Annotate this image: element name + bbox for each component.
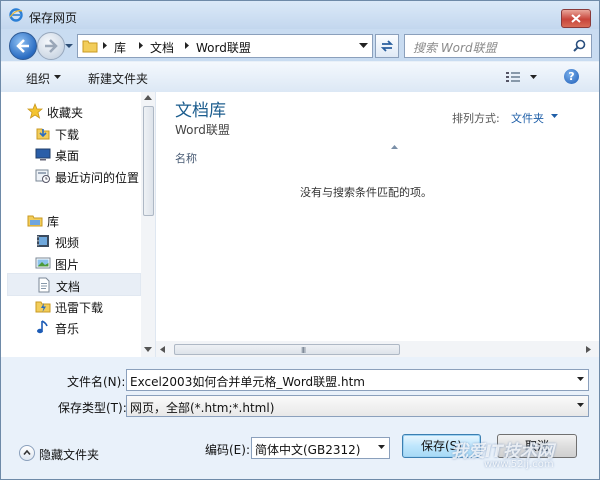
sidebar-item-desktop[interactable]: 桌面 — [7, 143, 139, 164]
scroll-up-icon[interactable] — [144, 95, 152, 100]
sidebar-item-downloads[interactable]: 下载 — [7, 122, 139, 143]
breadcrumb-separator-icon[interactable] — [102, 41, 108, 50]
close-icon — [571, 14, 581, 23]
breadcrumb-separator-icon[interactable] — [138, 41, 144, 50]
sidebar-item-recent-places[interactable]: 最近访问的位置 — [7, 165, 139, 186]
save-dialog: 保存网页 库 文档 Word联盟 搜索 Word联盟 组织 新建文件夹 ? 收藏… — [0, 0, 600, 480]
sidebar-item-favorites[interactable]: 收藏夹 — [7, 100, 139, 121]
sidebar-item-label: 收藏夹 — [47, 106, 84, 120]
view-options-icon[interactable] — [506, 71, 520, 83]
sidebar-item-label: 最近访问的位置 — [55, 171, 140, 185]
sidebar-item-pictures[interactable]: 图片 — [7, 252, 139, 273]
library-icon — [27, 215, 43, 227]
sidebar-item-label: 视频 — [55, 236, 80, 250]
recent-places-icon — [35, 169, 50, 183]
organize-menu[interactable]: 组织 — [26, 70, 50, 87]
sidebar-item-label: 桌面 — [55, 149, 80, 163]
filename-label: 文件名(N): — [67, 375, 126, 389]
scroll-right-icon[interactable] — [586, 346, 591, 353]
scrollbar-grip: III — [301, 346, 306, 355]
title-bar[interactable]: 保存网页 — [1, 1, 599, 29]
desktop-icon — [35, 148, 51, 161]
arrange-by-label: 排列方式: — [452, 112, 500, 125]
hide-folders-label[interactable]: 隐藏文件夹 — [39, 446, 99, 463]
documents-icon — [38, 277, 50, 293]
sidebar-item-label: 图片 — [55, 258, 80, 272]
star-icon — [27, 103, 43, 119]
download-folder-icon — [36, 128, 50, 140]
chevron-down-icon[interactable] — [530, 75, 537, 79]
column-header-name[interactable]: 名称 — [175, 150, 197, 166]
close-button[interactable] — [561, 9, 591, 28]
video-icon — [37, 235, 49, 247]
folder-icon — [82, 40, 98, 53]
music-icon — [37, 320, 48, 334]
forward-button[interactable] — [37, 32, 65, 60]
sidebar-item-music[interactable]: 音乐 — [7, 316, 139, 337]
encoding-value[interactable]: 简体中文(GB2312) — [255, 441, 360, 458]
help-icon[interactable]: ? — [564, 69, 579, 84]
command-toolbar: 组织 新建文件夹 ? — [1, 61, 599, 93]
scroll-left-icon[interactable] — [160, 346, 165, 353]
chevron-down-icon[interactable] — [359, 43, 368, 49]
encoding-label: 编码(E): — [205, 443, 250, 457]
back-button[interactable] — [9, 32, 37, 60]
empty-results-message: 没有与搜索条件匹配的项。 — [300, 186, 432, 199]
sidebar-item-label: 音乐 — [55, 322, 80, 336]
navigation-row: 库 文档 Word联盟 搜索 Word联盟 — [1, 29, 599, 61]
sidebar-item-libraries[interactable]: 库 — [7, 209, 139, 230]
library-title: 文档库 — [175, 101, 226, 121]
sidebar-item-label: 文档 — [56, 280, 81, 294]
new-folder-button[interactable]: 新建文件夹 — [88, 70, 148, 87]
breadcrumb-word-lianmeng[interactable]: Word联盟 — [196, 39, 251, 56]
navigation-pane: 收藏夹 下载 桌面 最近访问的位置 库 视频 图片 文档 迅雷下载 音乐 — [1, 92, 156, 357]
chevron-down-icon[interactable] — [378, 445, 385, 449]
breadcrumb-documents[interactable]: 文档 — [150, 39, 174, 56]
ie-logo-icon — [9, 8, 23, 22]
back-arrow-icon — [16, 39, 29, 53]
sidebar-item-label: 下载 — [55, 128, 80, 142]
search-placeholder[interactable]: 搜索 Word联盟 — [413, 39, 497, 56]
pictures-icon — [35, 257, 51, 269]
sidebar-item-videos[interactable]: 视频 — [7, 230, 139, 251]
filetype-select[interactable]: 网页，全部(*.htm;*.html) — [126, 395, 589, 417]
scrollbar-thumb[interactable]: III — [174, 344, 400, 355]
chevron-down-icon[interactable] — [577, 377, 584, 381]
horizontal-scrollbar[interactable]: III — [156, 341, 599, 357]
navigation-scrollbar[interactable] — [141, 92, 155, 357]
sidebar-item-label: 库 — [47, 215, 60, 229]
chevron-down-icon[interactable] — [577, 403, 584, 407]
recent-pages-dropdown-icon[interactable] — [64, 41, 74, 51]
sort-ascending-icon — [391, 145, 398, 149]
breadcrumb-separator-icon[interactable] — [184, 41, 190, 50]
window-title: 保存网页 — [29, 11, 78, 25]
refresh-icon — [380, 40, 394, 52]
arrange-by-dropdown[interactable]: 文件夹 — [511, 110, 544, 126]
library-subtitle: Word联盟 — [175, 123, 230, 137]
watermark-url: www.52ij.com — [484, 459, 554, 470]
chevron-down-icon[interactable] — [54, 75, 61, 79]
breadcrumb-library[interactable]: 库 — [114, 39, 126, 56]
sidebar-item-label: 迅雷下载 — [55, 301, 104, 315]
sidebar-item-documents[interactable]: 文档 — [7, 273, 141, 296]
chevron-down-icon[interactable] — [551, 114, 558, 118]
encoding-select[interactable]: 简体中文(GB2312) — [251, 437, 390, 459]
refresh-button[interactable] — [375, 34, 399, 58]
search-box[interactable]: 搜索 Word联盟 — [404, 34, 592, 58]
scroll-down-icon[interactable] — [144, 347, 152, 352]
chevron-up-icon[interactable] — [19, 445, 35, 461]
filetype-value[interactable]: 网页，全部(*.htm;*.html) — [130, 399, 274, 416]
sidebar-item-thunder-download[interactable]: 迅雷下载 — [7, 295, 139, 316]
scrollbar-thumb[interactable] — [143, 106, 154, 216]
address-bar[interactable]: 库 文档 Word联盟 — [77, 34, 373, 58]
thunder-download-icon — [35, 301, 51, 313]
filetype-label: 保存类型(T): — [58, 401, 127, 415]
filename-value[interactable]: Excel2003如何合并单元格_Word联盟.htm — [130, 373, 365, 390]
filename-field[interactable]: Excel2003如何合并单元格_Word联盟.htm — [126, 369, 589, 391]
forward-arrow-icon — [45, 39, 58, 53]
search-icon[interactable] — [573, 39, 586, 52]
file-list-pane: 文档库 Word联盟 排列方式: 文件夹 名称 没有与搜索条件匹配的项。 III — [156, 92, 599, 357]
